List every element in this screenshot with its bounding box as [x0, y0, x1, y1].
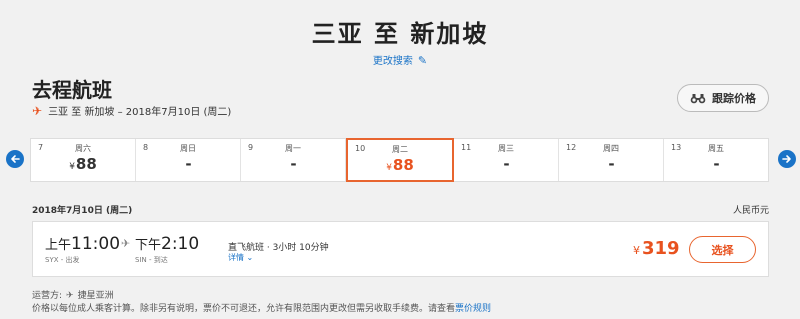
weekday: 周六 [75, 144, 91, 153]
weekday: 周二 [392, 145, 408, 154]
date-cell[interactable]: 12 周四 - [559, 139, 664, 181]
arrival-time: 下午2:10 [135, 234, 199, 254]
weekday: 周五 [708, 144, 724, 153]
date-price: - [664, 155, 768, 173]
track-price-label: 跟踪价格 [712, 92, 756, 105]
edit-search-label: 更改搜索 [372, 56, 413, 67]
price-value: 88 [392, 156, 414, 174]
route-title: 三亚 至 新加坡 [311, 20, 489, 48]
weekday: 周三 [498, 144, 514, 153]
price-value: - [503, 155, 510, 173]
results-date-label: 2018年7月10日 (周二) [32, 206, 133, 216]
flight-card: 上午11:00 SYX - 出发 ✈ 下午2:10 SIN - 到达 直飞航班 … [32, 221, 769, 277]
weekday: 周四 [603, 144, 619, 153]
price-value: - [713, 155, 720, 173]
date-cell[interactable]: 11 周三 - [454, 139, 559, 181]
travel-date: – 2018年7月10日 (周二) [117, 107, 232, 118]
date-price: - [241, 155, 345, 173]
date-cell[interactable]: 7 周六 ¥88 [31, 139, 136, 181]
arrival-ampm: 下午 [135, 238, 162, 253]
date-price: ¥88 [348, 156, 452, 174]
price-value: 88 [75, 155, 97, 173]
currency-symbol: ¥ [69, 162, 75, 172]
plane-icon: ✈ [121, 237, 131, 250]
select-button[interactable]: 选择 [689, 236, 756, 263]
currency-symbol: ¥ [633, 244, 640, 257]
date-price: - [136, 155, 240, 173]
arrival-code: SIN - 到达 [135, 256, 168, 264]
plane-icon: ✈ [32, 103, 43, 118]
next-dates-button[interactable] [778, 150, 796, 168]
arrival-block: 下午2:10 SIN - 到达 [135, 234, 199, 265]
chevron-down-icon: ⌄ [246, 253, 254, 262]
arrival-clock: 2:10 [161, 234, 200, 254]
track-price-button[interactable]: 跟踪价格 [677, 84, 769, 112]
departure-time: 上午11:00 [45, 234, 120, 254]
date-price: - [559, 155, 663, 173]
edit-search-link[interactable]: 更改搜索 ✎ [0, 52, 800, 67]
weekday: 周一 [285, 144, 301, 153]
date-price: - [454, 155, 558, 173]
currency-label: 人民币元 [732, 206, 769, 216]
price-value: - [608, 155, 615, 173]
departure-block: 上午11:00 SYX - 出发 [45, 234, 120, 265]
section-title: 去程航班 [32, 78, 112, 102]
date-cell[interactable]: 8 周日 - [136, 139, 241, 181]
route-subtitle: ✈ 三亚 至 新加坡 – 2018年7月10日 (周二) [32, 103, 232, 119]
carrier-line: 运营方: ✈ 捷星亚洲 [32, 288, 114, 301]
binoculars-icon [690, 93, 706, 103]
date-cell-selected[interactable]: 10 周二 ¥88 [346, 138, 454, 182]
origin-city: 三亚 [48, 107, 69, 118]
fare-value: 319 [642, 238, 680, 259]
price-value: - [290, 155, 297, 173]
date-price: ¥88 [31, 155, 135, 173]
weekday: 周日 [180, 144, 196, 153]
fare-price: ¥319 [633, 238, 680, 259]
arrow-right-icon [782, 155, 791, 163]
date-cell[interactable]: 9 周一 - [241, 139, 346, 181]
price-note-text: 价格以每位成人乘客计算。除非另有说明，票价不可退还，允许有限范围内更改但需另收取… [32, 304, 456, 314]
plane-icon: ✈ [66, 291, 74, 301]
pencil-icon: ✎ [417, 54, 428, 67]
currency-symbol: ¥ [386, 163, 392, 173]
arrow-left-icon [11, 155, 20, 163]
carrier-label: 运营方: [32, 291, 63, 301]
destination-city: 新加坡 [84, 107, 115, 118]
details-link[interactable]: 详情 ⌄ [228, 252, 253, 263]
carrier-name: 捷星亚洲 [77, 291, 114, 301]
departure-clock: 11:00 [71, 234, 121, 254]
date-strip: 7 周六 ¥88 8 周日 - 9 周一 - 10 周二 ¥88 11 周三 -… [30, 138, 769, 182]
price-value: - [185, 155, 192, 173]
departure-code: SYX - 出发 [45, 256, 80, 264]
to-word: 至 [71, 107, 82, 118]
departure-ampm: 上午 [45, 238, 72, 253]
prev-dates-button[interactable] [6, 150, 24, 168]
fare-rules-link[interactable]: 票价规则 [455, 304, 491, 314]
details-label: 详情 [228, 253, 244, 262]
price-note: 价格以每位成人乘客计算。除非另有说明，票价不可退还，允许有限范围内更改但需另收取… [32, 301, 491, 314]
date-cell[interactable]: 13 周五 - [664, 139, 768, 181]
